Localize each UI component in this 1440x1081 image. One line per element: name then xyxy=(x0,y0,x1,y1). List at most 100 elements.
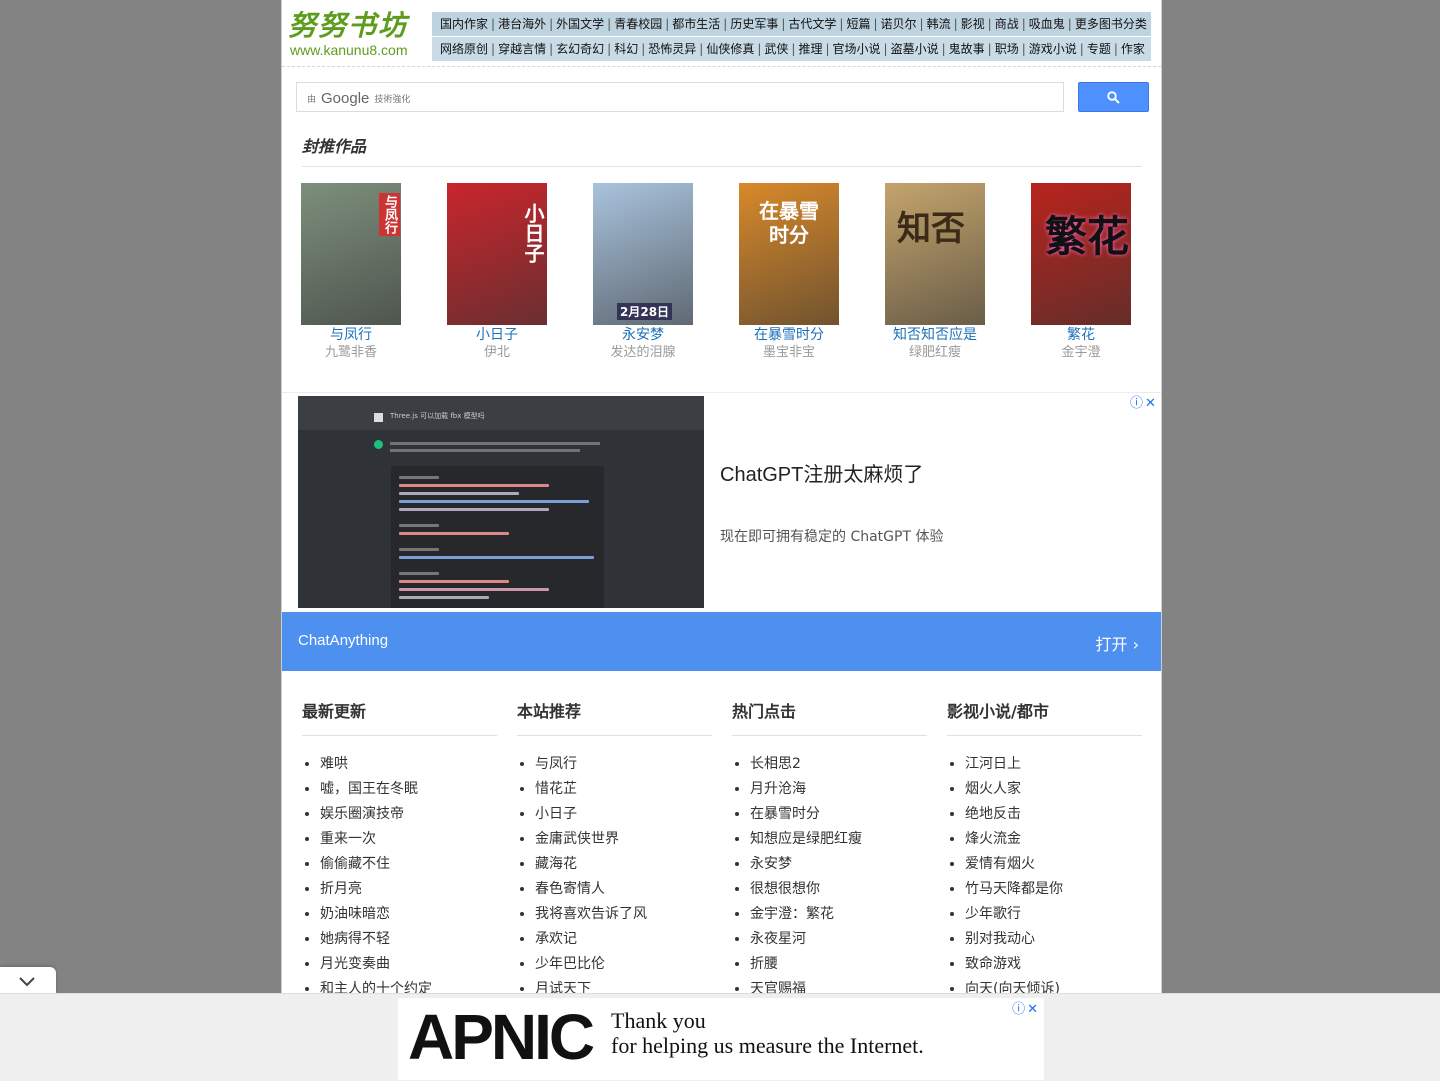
nav-link[interactable]: 韩流 xyxy=(927,17,951,31)
bottom-ad-close-icon[interactable]: ⓘ✕ xyxy=(1012,998,1040,1017)
doc-icon xyxy=(374,413,383,422)
book-cover[interactable]: 2月28日 xyxy=(593,183,693,325)
list-item[interactable]: 月光变奏曲 xyxy=(320,952,497,977)
nav-link[interactable]: 官场小说 xyxy=(833,42,881,56)
list-column: 热门点击长相思2月升沧海在暴雪时分知想应是绿肥红瘦永安梦很想很想你金宇澄：繁花永… xyxy=(732,700,927,1002)
ad-cta-bar[interactable]: ChatAnything 打开 › xyxy=(282,612,1161,671)
list-item[interactable]: 烽火流金 xyxy=(965,827,1142,852)
list: 与凤行惜花芷小日子金庸武侠世界藏海花春色寄情人我将喜欢告诉了风承欢记少年巴比伦月… xyxy=(517,752,712,1002)
nav-link[interactable]: 穿越言情 xyxy=(498,42,546,56)
nav-link[interactable]: 科幻 xyxy=(614,42,638,56)
nav-link[interactable]: 玄幻奇幻 xyxy=(556,42,604,56)
list-item[interactable]: 我将喜欢告诉了风 xyxy=(535,902,712,927)
list-item[interactable]: 难哄 xyxy=(320,752,497,777)
nav-link[interactable]: 外国文学 xyxy=(556,17,604,31)
list-item[interactable]: 娱乐圈演技帝 xyxy=(320,802,497,827)
search-button[interactable] xyxy=(1078,82,1149,112)
ad-image[interactable]: Three.js 可以加载 fbx 模型吗 xyxy=(298,396,704,608)
book-item[interactable]: 与凤行 与凤行 九鹭非香 xyxy=(286,183,416,362)
list-item[interactable]: 金庸武侠世界 xyxy=(535,827,712,852)
list-item[interactable]: 藏海花 xyxy=(535,852,712,877)
ad-open-button[interactable]: 打开 › xyxy=(1095,631,1139,655)
book-title[interactable]: 与凤行 xyxy=(286,326,416,344)
list-item[interactable]: 折腰 xyxy=(750,952,927,977)
list-item[interactable]: 奶油味暗恋 xyxy=(320,902,497,927)
book-item[interactable]: 2月28日 永安梦 发达的泪腺 xyxy=(578,183,708,362)
nav-link[interactable]: 作家 xyxy=(1121,42,1145,56)
list-item[interactable]: 承欢记 xyxy=(535,927,712,952)
book-item[interactable]: 繁花 繁花 金宇澄 xyxy=(1016,183,1146,362)
book-cover[interactable]: 在暴雪时分 xyxy=(739,183,839,325)
nav-link[interactable]: 吸血鬼 xyxy=(1029,17,1065,31)
list-item[interactable]: 小日子 xyxy=(535,802,712,827)
list-item[interactable]: 致命游戏 xyxy=(965,952,1142,977)
nav-link[interactable]: 仙侠修真 xyxy=(706,42,754,56)
nav-link[interactable]: 更多图书分类 xyxy=(1075,17,1147,31)
list-item[interactable]: 偷偷藏不住 xyxy=(320,852,497,877)
list-item[interactable]: 永安梦 xyxy=(750,852,927,877)
nav-separator: | xyxy=(1021,17,1026,31)
list-item[interactable]: 春色寄情人 xyxy=(535,877,712,902)
list-item[interactable]: 竹马天降都是你 xyxy=(965,877,1142,902)
nav-link[interactable]: 专题 xyxy=(1087,42,1111,56)
list-item[interactable]: 很想很想你 xyxy=(750,877,927,902)
list-item[interactable]: 月升沧海 xyxy=(750,777,927,802)
nav-link[interactable]: 恐怖灵异 xyxy=(648,42,696,56)
book-item[interactable]: 知否 知否知否应是 绿肥红瘦 xyxy=(870,183,1000,362)
list-item[interactable]: 别对我动心 xyxy=(965,927,1142,952)
list-item[interactable]: 与凤行 xyxy=(535,752,712,777)
book-cover[interactable]: 繁花 xyxy=(1031,183,1131,325)
list-item[interactable]: 永夜星河 xyxy=(750,927,927,952)
list-item[interactable]: 折月亮 xyxy=(320,877,497,902)
nav-link[interactable]: 历史军事 xyxy=(730,17,778,31)
nav-link[interactable]: 国内作家 xyxy=(440,17,488,31)
search-input[interactable] xyxy=(297,83,1067,113)
bottom-ad[interactable]: APNIC Thank you for helping us measure t… xyxy=(398,998,1044,1080)
nav-link[interactable]: 诺贝尔 xyxy=(881,17,917,31)
list-item[interactable]: 江河日上 xyxy=(965,752,1142,777)
nav-link[interactable]: 鬼故事 xyxy=(949,42,985,56)
collapse-ad-button[interactable] xyxy=(0,967,56,995)
list-item[interactable]: 嘘，国王在冬眠 xyxy=(320,777,497,802)
nav-link[interactable]: 商战 xyxy=(995,17,1019,31)
book-cover[interactable]: 知否 xyxy=(885,183,985,325)
book-item[interactable]: 在暴雪时分 在暴雪时分 墨宝非宝 xyxy=(724,183,854,362)
nav-link[interactable]: 网络原创 xyxy=(440,42,488,56)
book-cover[interactable]: 与凤行 xyxy=(301,183,401,325)
nav-link[interactable]: 古代文学 xyxy=(788,17,836,31)
list-item[interactable]: 在暴雪时分 xyxy=(750,802,927,827)
book-title[interactable]: 繁花 xyxy=(1016,326,1146,344)
ad-close-icon[interactable]: ⓘ✕ xyxy=(1130,392,1158,411)
nav-link[interactable]: 武侠 xyxy=(764,42,788,56)
list-item[interactable]: 惜花芷 xyxy=(535,777,712,802)
book-title[interactable]: 小日子 xyxy=(432,326,562,344)
list-item[interactable]: 重来一次 xyxy=(320,827,497,852)
list-item[interactable]: 长相思2 xyxy=(750,752,927,777)
nav-link[interactable]: 都市生活 xyxy=(672,17,720,31)
nav-link[interactable]: 影视 xyxy=(961,17,985,31)
list-item[interactable]: 金宇澄：繁花 xyxy=(750,902,927,927)
nav-link[interactable]: 推理 xyxy=(798,42,822,56)
nav-link[interactable]: 港台海外 xyxy=(498,17,546,31)
nav-link[interactable]: 职场 xyxy=(995,42,1019,56)
list-item[interactable]: 爱情有烟火 xyxy=(965,852,1142,877)
book-title[interactable]: 知否知否应是 xyxy=(870,326,1000,344)
list-item[interactable]: 知想应是绿肥红瘦 xyxy=(750,827,927,852)
book-cover-text: 2月28日 xyxy=(617,303,673,320)
book-title[interactable]: 永安梦 xyxy=(578,326,708,344)
site-logo[interactable]: 努努书坊 www.kanunu8.com xyxy=(288,10,423,64)
search-box[interactable]: 由 Google 技術強化 xyxy=(296,82,1067,113)
ad-headline[interactable]: ChatGPT注册太麻烦了 xyxy=(720,458,923,487)
nav-link[interactable]: 游戏小说 xyxy=(1029,42,1077,56)
list-item[interactable]: 她病得不轻 xyxy=(320,927,497,952)
nav-link[interactable]: 青春校园 xyxy=(614,17,662,31)
book-item[interactable]: 小日子 小日子 伊北 xyxy=(432,183,562,362)
nav-link[interactable]: 盗墓小说 xyxy=(891,42,939,56)
list-item[interactable]: 少年歌行 xyxy=(965,902,1142,927)
nav-link[interactable]: 短篇 xyxy=(846,17,870,31)
book-cover[interactable]: 小日子 xyxy=(447,183,547,325)
list-item[interactable]: 烟火人家 xyxy=(965,777,1142,802)
list-item[interactable]: 少年巴比伦 xyxy=(535,952,712,977)
list-item[interactable]: 绝地反击 xyxy=(965,802,1142,827)
book-title[interactable]: 在暴雪时分 xyxy=(724,326,854,344)
